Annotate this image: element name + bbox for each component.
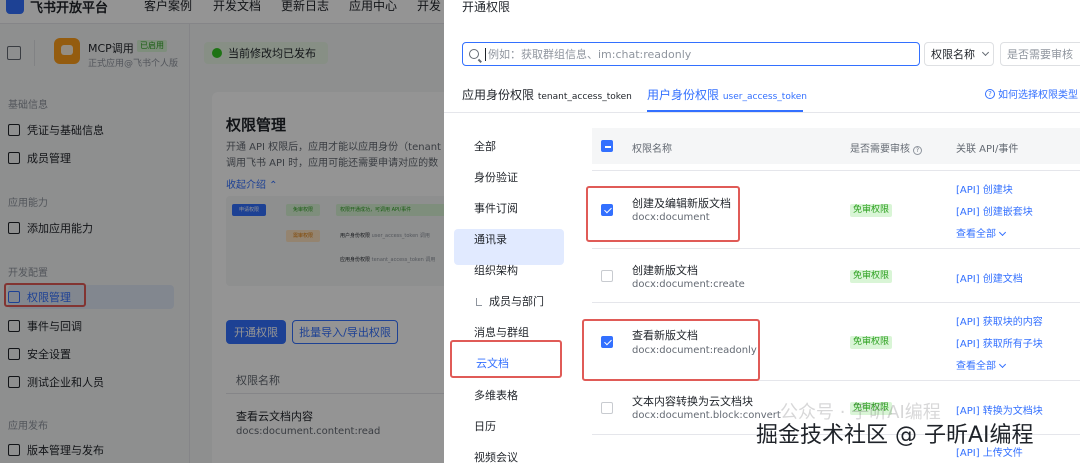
permission-search-input[interactable]	[488, 47, 919, 61]
api-link[interactable]: [API] 创建嵌套块	[956, 203, 1033, 218]
filter-review-select[interactable]: 是否需要审核	[1000, 42, 1080, 66]
chevron-down-icon	[981, 48, 990, 57]
tab-user-permissions[interactable]: 用户身份权限 user_access_token	[647, 86, 807, 103]
category-auth[interactable]: 身份验证	[474, 169, 518, 185]
filter-field-select[interactable]: 权限名称	[924, 42, 994, 66]
permission-name: 创建新版文档	[632, 264, 698, 277]
category-contacts[interactable]: 通讯录	[474, 231, 507, 247]
column-header-api: 关联 API/事件	[956, 144, 1019, 155]
review-free-badge: 免审权限	[850, 336, 893, 349]
tab-label: 用户身份权限	[647, 88, 720, 102]
help-link-text: 如何选择权限类型	[998, 90, 1078, 101]
question-circle-icon[interactable]: ?	[913, 146, 922, 155]
api-link[interactable]: [API] 创建文档	[956, 270, 1023, 285]
watermark: 掘金技术社区 @ 子昕AI编程	[756, 423, 1034, 448]
view-all-label: 查看全部	[956, 361, 996, 372]
category-all[interactable]: 全部	[474, 138, 496, 154]
category-bitable[interactable]: 多维表格	[474, 387, 518, 403]
row-divider	[592, 248, 1080, 249]
highlight-box-category-docs	[450, 340, 562, 378]
filter-review-placeholder: 是否需要审核	[1007, 48, 1073, 61]
row-checkbox-docx-create[interactable]	[601, 270, 613, 282]
view-all-apis-link[interactable]: 查看全部	[956, 225, 1007, 240]
category-events[interactable]: 事件订阅	[474, 200, 518, 216]
chevron-down-icon	[998, 360, 1007, 369]
chevron-down-icon	[998, 228, 1007, 237]
category-label: 成员与部门	[489, 295, 544, 308]
view-all-label: 查看全部	[956, 229, 996, 240]
category-members-departments[interactable]: 成员与部门	[476, 293, 544, 309]
tab-tenant-permissions[interactable]: 应用身份权限 tenant_access_token	[462, 86, 632, 103]
category-video[interactable]: 视频会议	[474, 449, 518, 463]
permission-code: docx:document:create	[632, 279, 745, 290]
api-link[interactable]: [API] 转换为文档块	[956, 402, 1043, 417]
api-link[interactable]: [API] 获取所有子块	[956, 335, 1043, 350]
tabs-divider	[444, 112, 1080, 113]
api-link[interactable]: [API] 创建块	[956, 181, 1013, 196]
highlight-box-row-edit	[586, 186, 740, 242]
select-all-checkbox[interactable]	[601, 140, 613, 152]
column-header-review: 是否需要审核?	[850, 140, 922, 155]
permission-search-box[interactable]	[462, 42, 920, 66]
highlight-box-row-readonly	[582, 319, 760, 381]
review-free-badge: 免审权限	[850, 270, 893, 283]
column-header-review-label: 是否需要审核	[850, 144, 910, 155]
category-active-background	[454, 229, 564, 265]
view-all-apis-link[interactable]: 查看全部	[956, 357, 1007, 372]
tab-label: 应用身份权限	[462, 88, 535, 102]
text-cursor	[485, 47, 486, 61]
row-checkbox-docx-convert[interactable]	[601, 402, 613, 414]
review-free-badge: 免审权限	[850, 204, 893, 217]
column-header-name: 权限名称	[632, 144, 672, 155]
question-circle-icon: ?	[985, 88, 995, 99]
row-divider	[592, 302, 1080, 303]
row-divider	[592, 170, 1080, 171]
drawer-title: 开通权限	[462, 0, 511, 14]
category-messages[interactable]: 消息与群组	[474, 324, 529, 340]
category-calendar[interactable]: 日历	[474, 418, 496, 434]
modal-backdrop[interactable]	[0, 0, 444, 463]
category-org[interactable]: 组织架构	[474, 262, 518, 278]
filter-field-value: 权限名称	[931, 48, 975, 61]
help-permission-type-link[interactable]: ? 如何选择权限类型	[985, 86, 1078, 101]
tab-token: tenant_access_token	[537, 92, 632, 102]
open-permission-drawer: 开通权限 权限名称 是否需要审核 应用身份权限 tenant_access_to…	[444, 0, 1080, 463]
tab-token: user_access_token	[722, 92, 807, 102]
api-link[interactable]: [API] 获取块的内容	[956, 313, 1043, 328]
tree-branch-icon	[476, 298, 482, 306]
search-icon	[469, 49, 479, 59]
permission-name: 文本内容转换为云文档块	[632, 395, 753, 408]
